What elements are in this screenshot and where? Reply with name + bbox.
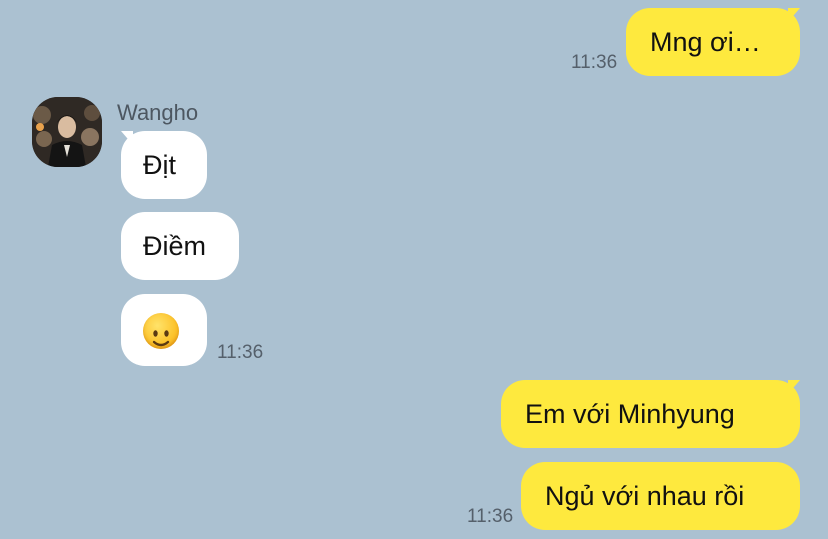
message-timestamp: 11:36 — [467, 506, 514, 527]
sender-name: Wangho — [117, 100, 199, 125]
avatar-photo-icon — [32, 97, 102, 167]
slightly-smiling-face-icon — [143, 313, 179, 349]
outgoing-message-bubble[interactable]: Ngủ với nhau rồi — [521, 462, 800, 530]
message-timestamp: 11:36 — [571, 52, 618, 73]
outgoing-message-bubble[interactable]: Mng ơi… — [626, 8, 800, 76]
incoming-message-bubble[interactable]: Địt — [121, 131, 207, 199]
message-text: Địt — [143, 150, 176, 180]
avatar[interactable] — [32, 97, 102, 167]
message-text: Điềm — [143, 231, 207, 261]
incoming-emoji-bubble[interactable] — [121, 294, 207, 366]
message-timestamp: 11:36 — [217, 342, 264, 363]
outgoing-message-bubble[interactable]: Em với Minhyung — [501, 380, 800, 448]
message-text: Em với Minhyung — [525, 399, 735, 429]
incoming-message-bubble[interactable]: Điềm — [121, 212, 239, 280]
message-text: Ngủ với nhau rồi — [545, 481, 745, 511]
message-text: Mng ơi… — [650, 27, 761, 57]
